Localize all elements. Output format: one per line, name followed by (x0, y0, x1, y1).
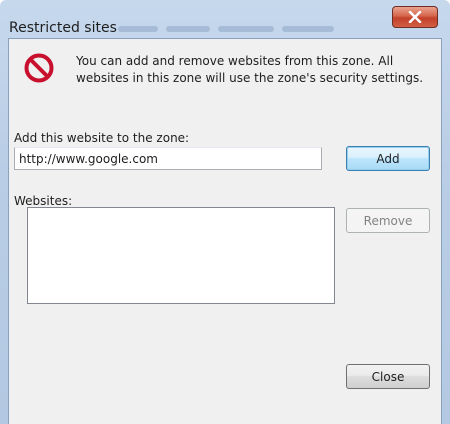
website-url-input[interactable] (14, 147, 322, 170)
close-x-icon (408, 11, 422, 23)
restricted-sites-dialog: Restricted sites You can add and remove … (0, 0, 450, 424)
add-button[interactable]: Add (346, 146, 430, 171)
window-close-button[interactable] (392, 6, 438, 28)
websites-label: Websites: (14, 194, 73, 208)
title-bar[interactable]: Restricted sites (0, 0, 450, 38)
restricted-no-entry-icon (24, 53, 54, 83)
window-title: Restricted sites (9, 20, 117, 36)
title-bar-background-blur (118, 26, 378, 32)
dialog-content: You can add and remove websites from thi… (8, 38, 442, 424)
remove-button[interactable]: Remove (346, 208, 430, 233)
websites-list[interactable] (27, 207, 335, 304)
close-button[interactable]: Close (346, 364, 430, 389)
zone-info-text: You can add and remove websites from thi… (76, 54, 424, 85)
add-website-label: Add this website to the zone: (14, 131, 190, 145)
